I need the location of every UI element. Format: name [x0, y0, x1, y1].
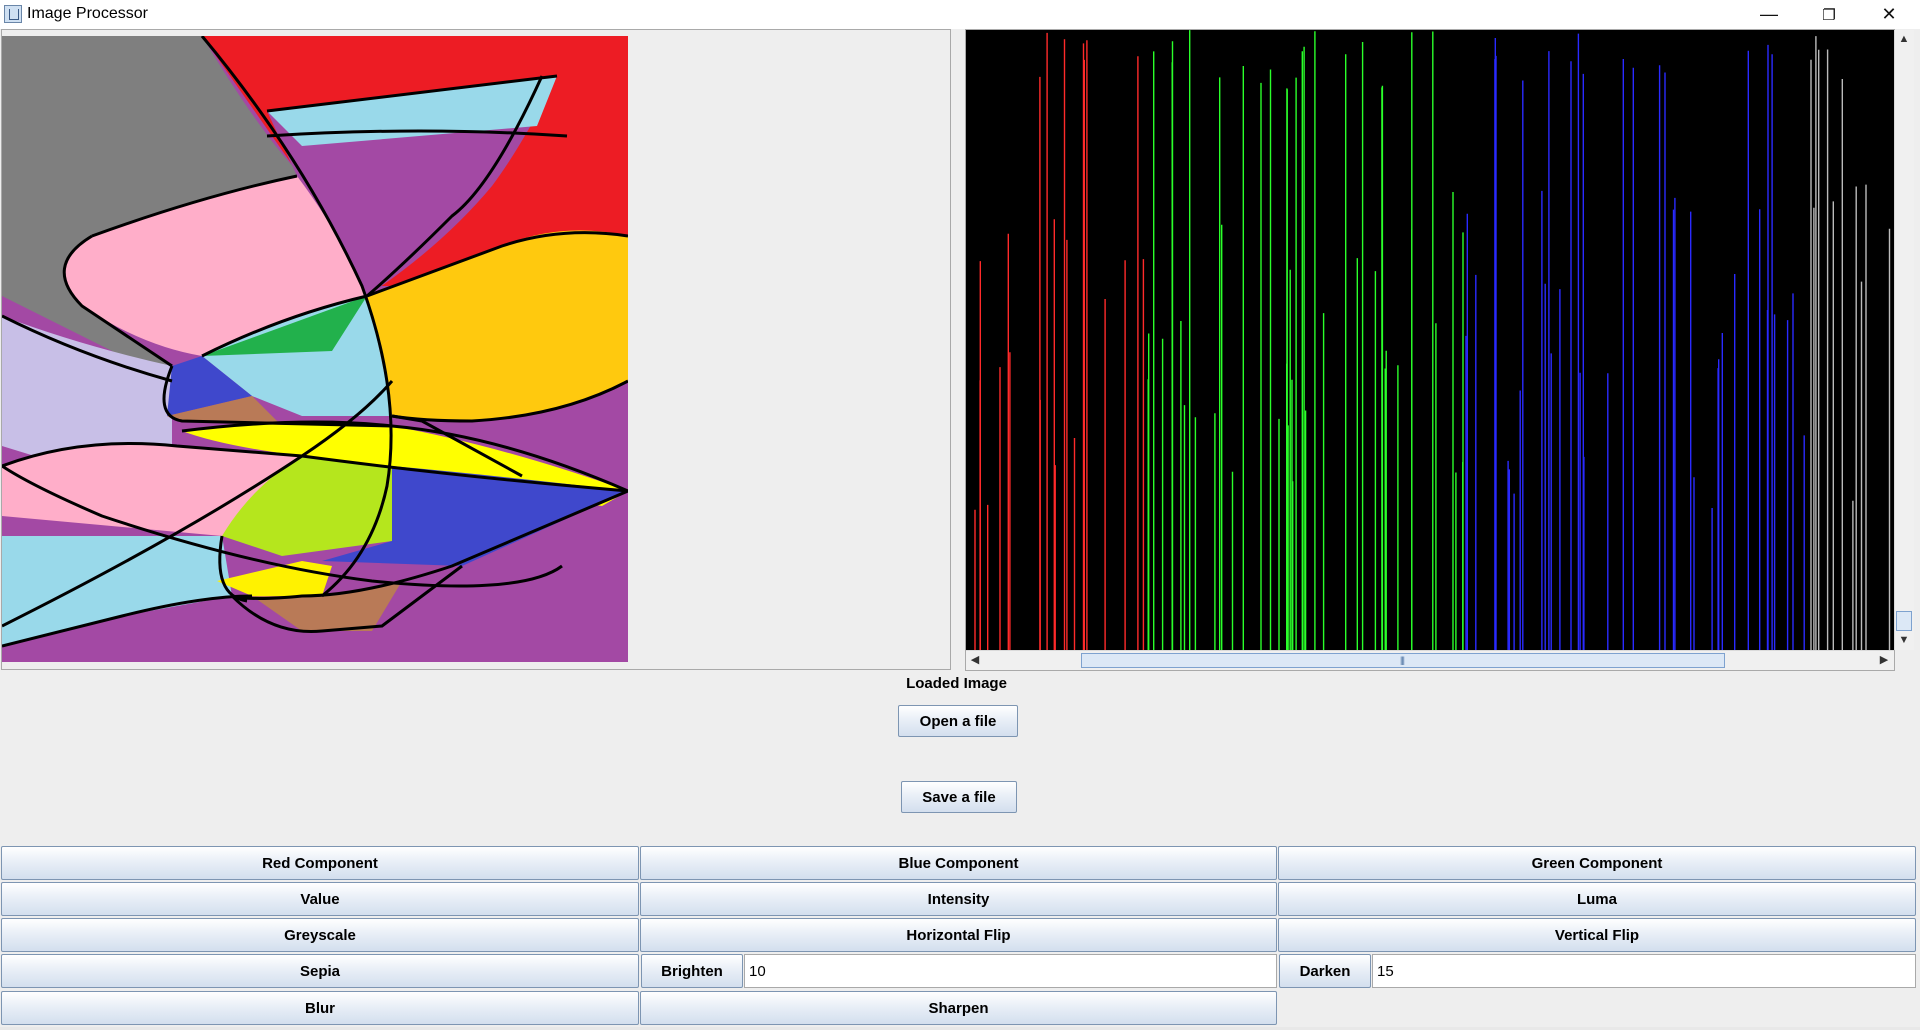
darken-button[interactable]: Darken — [1279, 954, 1371, 988]
java-app-icon — [4, 5, 22, 23]
scroll-up-arrow-icon[interactable]: ▲ — [1898, 33, 1910, 45]
scroll-left-arrow-icon[interactable]: ◀ — [968, 653, 982, 667]
vertical-flip-button[interactable]: Vertical Flip — [1278, 918, 1916, 952]
loaded-image — [2, 36, 628, 662]
sharpen-button[interactable]: Sharpen — [640, 991, 1277, 1025]
restore-button[interactable]: ❐ — [1806, 0, 1852, 29]
vertical-scroll-thumb[interactable] — [1896, 611, 1912, 631]
open-file-button[interactable]: Open a file — [898, 705, 1018, 737]
close-button[interactable]: ✕ — [1866, 0, 1912, 29]
window-title: Image Processor — [27, 5, 148, 22]
save-file-button[interactable]: Save a file — [901, 781, 1017, 813]
brighten-button[interactable]: Brighten — [641, 954, 743, 988]
scroll-down-arrow-icon[interactable]: ▼ — [1898, 634, 1910, 646]
red-component-button[interactable]: Red Component — [1, 846, 639, 880]
value-button[interactable]: Value — [1, 882, 639, 916]
minimize-button[interactable]: — — [1746, 0, 1792, 29]
title-bar — [0, 0, 1920, 29]
horizontal-flip-button[interactable]: Horizontal Flip — [640, 918, 1277, 952]
darken-amount-input[interactable]: 15 — [1372, 954, 1916, 988]
luma-button[interactable]: Luma — [1278, 882, 1916, 916]
histogram-chart — [966, 30, 1894, 650]
blur-button[interactable]: Blur — [1, 991, 639, 1025]
green-component-button[interactable]: Green Component — [1278, 846, 1916, 880]
intensity-button[interactable]: Intensity — [640, 882, 1277, 916]
histogram-vertical-scrollbar[interactable] — [1894, 30, 1914, 650]
brighten-amount-input[interactable]: 10 — [744, 954, 1277, 988]
scroll-grip-icon: ||| — [1400, 655, 1405, 665]
scroll-right-arrow-icon[interactable]: ▶ — [1877, 653, 1891, 667]
sepia-button[interactable]: Sepia — [1, 954, 639, 988]
greyscale-button[interactable]: Greyscale — [1, 918, 639, 952]
loaded-image-caption: Loaded Image — [906, 675, 1007, 692]
blue-component-button[interactable]: Blue Component — [640, 846, 1277, 880]
